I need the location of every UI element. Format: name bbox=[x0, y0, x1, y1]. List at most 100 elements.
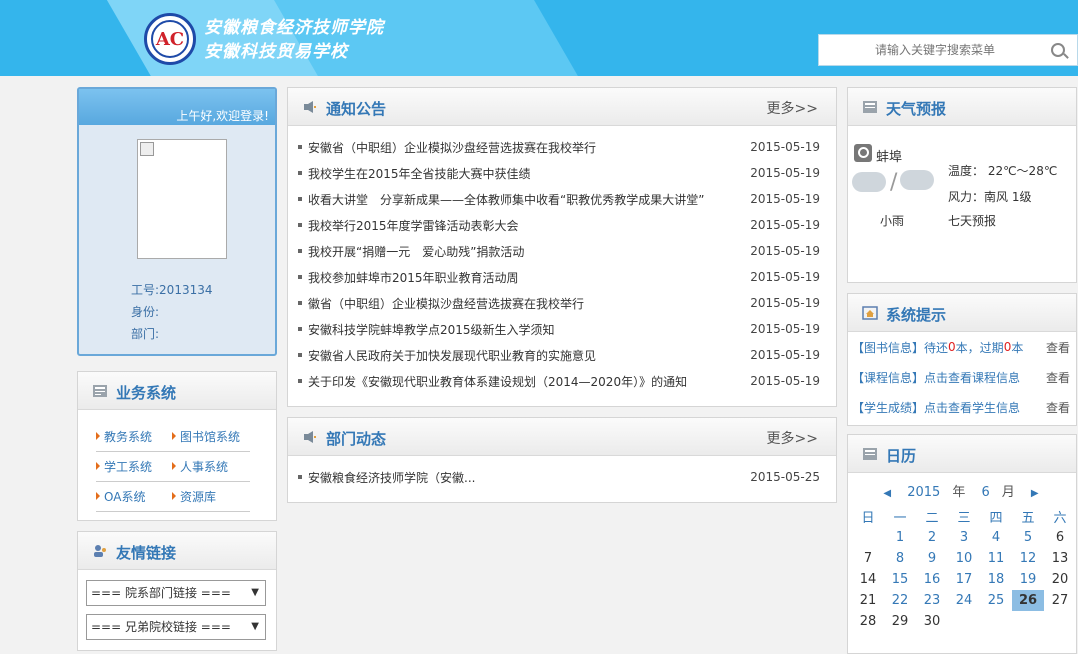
tip-library-view-link[interactable]: 查看 bbox=[1046, 339, 1070, 356]
link-academic-system[interactable]: 教务系统 bbox=[96, 428, 172, 445]
news-title[interactable]: 关于印发《安徽现代职业教育体系建设规划（2014—2020年）》的通知 bbox=[308, 373, 738, 390]
news-item[interactable]: 收看大讲堂 分享新成果——全体教师集中收看“职教优秀教学成果大讲堂” 2015-0… bbox=[298, 186, 836, 212]
tip-library-due-text: 待还 bbox=[924, 340, 949, 355]
calendar-day[interactable]: 28 bbox=[852, 611, 884, 632]
news-item[interactable]: 安徽粮食经济技师学院（安徽... 2015-05-25 bbox=[298, 464, 836, 490]
school-logo[interactable]: AC bbox=[144, 13, 196, 65]
calendar-day[interactable]: 15 bbox=[884, 569, 916, 590]
user-photo bbox=[137, 139, 227, 259]
calendar-day[interactable]: 26 bbox=[1012, 590, 1044, 611]
news-title[interactable]: 收看大讲堂 分享新成果——全体教师集中收看“职教优秀教学成果大讲堂” bbox=[308, 191, 738, 208]
tips-panel-head: 系统提示 bbox=[848, 294, 1076, 332]
document-icon bbox=[863, 448, 877, 460]
link-student-affairs-system[interactable]: 学工系统 bbox=[96, 458, 172, 475]
news-title[interactable]: 我校参加蚌埠市2015年职业教育活动周 bbox=[308, 269, 738, 286]
news-item[interactable]: 我校开展“捐赠一元 爱心助残”捐款活动 2015-05-19 bbox=[298, 238, 836, 264]
tip-grades-view-link[interactable]: 查看 bbox=[1046, 399, 1070, 416]
news-title[interactable]: 安徽粮食经济技师学院（安徽... bbox=[308, 469, 738, 486]
calendar-day[interactable]: 5 bbox=[1012, 527, 1044, 548]
link-hr-system[interactable]: 人事系统 bbox=[172, 458, 248, 475]
news-title[interactable]: 安徽省人民政府关于加快发展现代职业教育的实施意见 bbox=[308, 347, 738, 364]
calendar-day bbox=[852, 527, 884, 548]
tip-course-text[interactable]: 点击查看课程信息 bbox=[924, 369, 1020, 386]
calendar-day[interactable]: 7 bbox=[852, 548, 884, 569]
calendar-day[interactable]: 4 bbox=[980, 527, 1012, 548]
calendar-day[interactable]: 17 bbox=[948, 569, 980, 590]
calendar-day[interactable]: 8 bbox=[884, 548, 916, 569]
calendar-day[interactable]: 20 bbox=[1044, 569, 1076, 590]
news-item[interactable]: 安徽省人民政府关于加快发展现代职业教育的实施意见 2015-05-19 bbox=[298, 342, 836, 368]
bullet-icon bbox=[298, 223, 302, 227]
tip-library: 【图书信息】 待还 0 本，过期 0 本 查看 bbox=[848, 332, 1076, 362]
news-title[interactable]: 徽省（中职组）企业模拟沙盘经营选拔赛在我校举行 bbox=[308, 295, 738, 312]
news-item[interactable]: 关于印发《安徽现代职业教育体系建设规划（2014—2020年）》的通知 2015-… bbox=[298, 368, 836, 394]
calendar-day[interactable]: 29 bbox=[884, 611, 916, 632]
dept-more-link[interactable]: 更多>> bbox=[767, 428, 818, 448]
calendar-day[interactable]: 11 bbox=[980, 548, 1012, 569]
calendar-day[interactable]: 1 bbox=[884, 527, 916, 548]
school-logo-mark: AC bbox=[151, 20, 189, 58]
calendar-day[interactable]: 2 bbox=[916, 527, 948, 548]
news-title[interactable]: 我校开展“捐赠一元 爱心助残”捐款活动 bbox=[308, 243, 738, 260]
search-input[interactable] bbox=[819, 35, 1039, 65]
calendar-day[interactable]: 24 bbox=[948, 590, 980, 611]
weather-wind: 风力：南风 1级 bbox=[948, 190, 1032, 204]
calendar-day[interactable]: 22 bbox=[884, 590, 916, 611]
bullet-icon bbox=[298, 353, 302, 357]
news-item[interactable]: 我校举行2015年度学雷锋活动表彰大会 2015-05-19 bbox=[298, 212, 836, 238]
news-item[interactable]: 安徽科技学院蚌埠教学点2015级新生入学须知 2015-05-19 bbox=[298, 316, 836, 342]
news-item[interactable]: 我校参加蚌埠市2015年职业教育活动周 2015-05-19 bbox=[298, 264, 836, 290]
weather-condition: 小雨 bbox=[880, 214, 905, 228]
calendar-day[interactable]: 9 bbox=[916, 548, 948, 569]
dept-links-select[interactable]: === 院系部门链接 === ▼ bbox=[86, 580, 266, 606]
news-date: 2015-05-19 bbox=[750, 140, 820, 154]
tip-grades-text[interactable]: 点击查看学生信息 bbox=[924, 399, 1020, 416]
news-item[interactable]: 徽省（中职组）企业模拟沙盘经营选拔赛在我校举行 2015-05-19 bbox=[298, 290, 836, 316]
prev-month-icon[interactable]: ◀ bbox=[883, 488, 891, 499]
calendar-day[interactable]: 12 bbox=[1012, 548, 1044, 569]
news-item[interactable]: 我校学生在2015年全省技能大赛中获佳绩 2015-05-19 bbox=[298, 160, 836, 186]
tip-course-view-link[interactable]: 查看 bbox=[1046, 369, 1070, 386]
news-title[interactable]: 我校学生在2015年全省技能大赛中获佳绩 bbox=[308, 165, 738, 182]
calendar-day[interactable]: 27 bbox=[1044, 590, 1076, 611]
bullet-icon bbox=[298, 197, 302, 201]
link-resource-library[interactable]: 资源库 bbox=[172, 488, 248, 505]
greeting-text: 上午好,欢迎登录! bbox=[176, 109, 269, 123]
calendar-year-unit: 年 bbox=[952, 485, 966, 500]
seven-day-forecast-link[interactable]: 七天预报 bbox=[948, 212, 996, 229]
notice-more-link[interactable]: 更多>> bbox=[767, 98, 818, 118]
calendar-day[interactable]: 25 bbox=[980, 590, 1012, 611]
news-title[interactable]: 安徽科技学院蚌埠教学点2015级新生入学须知 bbox=[308, 321, 738, 338]
news-date: 2015-05-19 bbox=[750, 244, 820, 258]
calendar-day[interactable]: 30 bbox=[916, 611, 948, 632]
calendar-day[interactable]: 18 bbox=[980, 569, 1012, 590]
calendar-day[interactable]: 3 bbox=[948, 527, 980, 548]
dept-links-select-value: === 院系部门链接 === bbox=[91, 586, 231, 600]
calendar-day[interactable]: 19 bbox=[1012, 569, 1044, 590]
search-icon[interactable] bbox=[1051, 43, 1065, 57]
calendar-day[interactable]: 23 bbox=[916, 590, 948, 611]
peer-schools-select-value: === 兄弟院校链接 === bbox=[91, 620, 231, 634]
users-icon bbox=[94, 545, 106, 557]
calendar-day[interactable]: 14 bbox=[852, 569, 884, 590]
calendar-day[interactable]: 6 bbox=[1044, 527, 1076, 548]
search-city-icon[interactable] bbox=[854, 144, 872, 162]
news-date: 2015-05-25 bbox=[750, 470, 820, 484]
news-item[interactable]: 安徽省（中职组）企业模拟沙盘经营选拔赛在我校举行 2015-05-19 bbox=[298, 134, 836, 160]
link-library-system[interactable]: 图书馆系统 bbox=[172, 428, 248, 445]
next-month-icon[interactable]: ▶ bbox=[1031, 488, 1039, 499]
calendar-weekday: 六 bbox=[1053, 511, 1067, 526]
tip-library-due-count: 0 bbox=[948, 340, 956, 354]
calendar-day[interactable]: 21 bbox=[852, 590, 884, 611]
news-title[interactable]: 安徽省（中职组）企业模拟沙盘经营选拔赛在我校举行 bbox=[308, 139, 738, 156]
calendar-day[interactable]: 10 bbox=[948, 548, 980, 569]
link-oa-system[interactable]: OA系统 bbox=[96, 488, 172, 505]
calendar-day[interactable]: 13 bbox=[1044, 548, 1076, 569]
calendar-day bbox=[980, 611, 1012, 632]
news-title[interactable]: 我校举行2015年度学雷锋活动表彰大会 bbox=[308, 217, 738, 234]
calendar-week-row: 123456 bbox=[852, 527, 1076, 548]
calendar-weekday: 三 bbox=[957, 511, 971, 526]
calendar-day[interactable]: 16 bbox=[916, 569, 948, 590]
peer-schools-select[interactable]: === 兄弟院校链接 === ▼ bbox=[86, 614, 266, 640]
tip-library-overdue-count: 0 bbox=[1003, 340, 1012, 354]
